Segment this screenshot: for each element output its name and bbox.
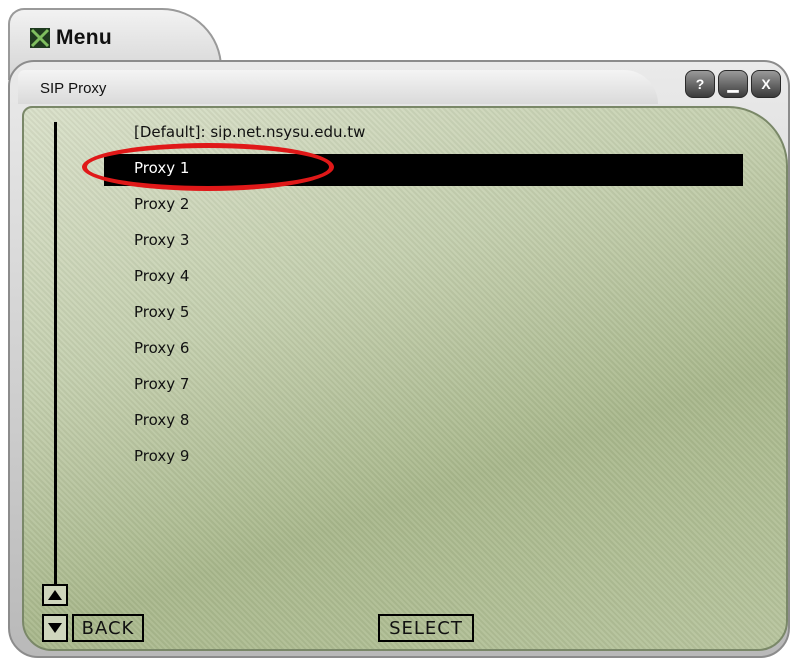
list-item[interactable]: Proxy 4	[134, 267, 189, 285]
list-item[interactable]: Proxy 9	[134, 447, 189, 465]
list-item[interactable]: Proxy 5	[134, 303, 189, 321]
list-item-default[interactable]: [Default]: sip.net.nsysu.edu.tw	[134, 123, 365, 141]
help-button[interactable]: ?	[685, 70, 715, 98]
back-button[interactable]: BACK	[72, 614, 144, 642]
scroll-down-button[interactable]	[42, 614, 68, 642]
window-title: SIP Proxy	[40, 80, 107, 97]
close-icon: X	[761, 76, 771, 92]
scroll-up-button[interactable]	[42, 584, 68, 606]
annotation-circle	[82, 143, 334, 191]
list-item[interactable]: Proxy 6	[134, 339, 189, 357]
menu-title: Menu	[56, 26, 113, 49]
close-button[interactable]: X	[751, 70, 781, 98]
minimize-button[interactable]: ▁	[718, 70, 748, 98]
arrow-up-icon	[48, 590, 62, 600]
list-item[interactable]: Proxy 2	[134, 195, 189, 213]
list-item[interactable]: Proxy 8	[134, 411, 189, 429]
window-controls: ? ▁ X	[685, 70, 781, 98]
window-header	[18, 70, 658, 104]
arrow-down-icon	[48, 623, 62, 633]
minimize-icon: ▁	[727, 75, 739, 92]
help-icon: ?	[695, 76, 705, 92]
scroll-track[interactable]	[54, 122, 57, 592]
list-item[interactable]: Proxy 7	[134, 375, 189, 393]
list-item[interactable]: Proxy 3	[134, 231, 189, 249]
menu-app-icon	[30, 28, 50, 48]
select-button[interactable]: SELECT	[378, 614, 474, 642]
